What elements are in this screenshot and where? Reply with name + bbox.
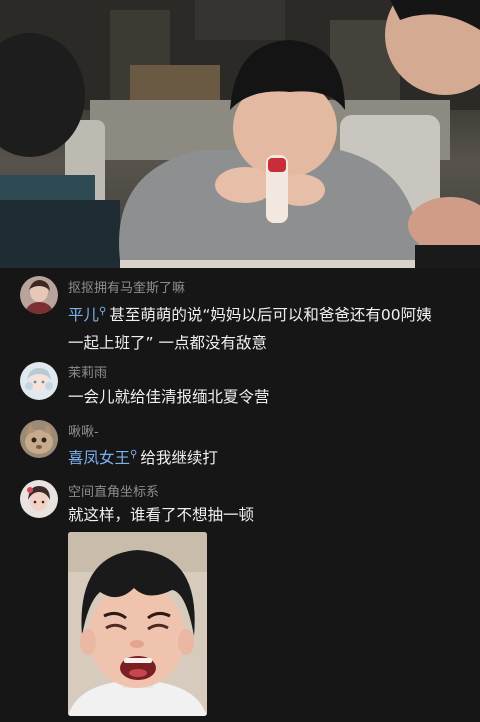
comment-text-line2: 一起上班了” 一点都没有敌意 bbox=[68, 334, 267, 353]
crying-boy-sticker[interactable] bbox=[68, 532, 207, 716]
avatar-image bbox=[20, 362, 58, 400]
comment-username[interactable]: 茉莉雨 bbox=[68, 362, 107, 381]
mention-link[interactable]: 平儿 bbox=[68, 306, 99, 324]
mention-link[interactable]: 喜凤女王 bbox=[68, 449, 130, 467]
avatar[interactable] bbox=[20, 480, 58, 518]
comment-username[interactable]: 抠抠拥有马奎斯了嘛 bbox=[68, 277, 185, 296]
avatar-image bbox=[20, 480, 58, 518]
sticker-image bbox=[68, 532, 207, 716]
avatar[interactable] bbox=[20, 420, 58, 458]
user-mention-icon: ⚲ bbox=[99, 306, 107, 317]
avatar[interactable] bbox=[20, 362, 58, 400]
comment-screen: 抠抠拥有马奎斯了嘛 平儿⚲ 甚至萌萌的说“妈妈以后可以和爸爸还有00阿姨 一起上班… bbox=[0, 0, 480, 722]
video-frame[interactable] bbox=[0, 0, 480, 268]
avatar-image bbox=[20, 276, 58, 314]
avatar[interactable] bbox=[20, 276, 58, 314]
comment-text: 平儿⚲ 甚至萌萌的说“妈妈以后可以和爸爸还有00阿姨 一起上班了” 一点都没有敌意 bbox=[68, 298, 463, 357]
user-mention-icon: ⚲ bbox=[130, 449, 138, 460]
comment-text: 一会儿就给佳清报缅北夏令营 bbox=[68, 388, 270, 406]
video-still-image bbox=[0, 0, 480, 268]
comment-username[interactable]: 啾啾- bbox=[68, 421, 99, 440]
comment-text-content: 给我继续打 bbox=[140, 449, 218, 468]
comment-text: 就这样，谁看了不想抽一顿 bbox=[68, 506, 255, 524]
comment-text: 喜凤女王⚲ 给我继续打 bbox=[68, 441, 463, 472]
comment-text-line1: 甚至萌萌的说“妈妈以后可以和爸爸还有00阿姨 bbox=[109, 306, 432, 325]
comment-username[interactable]: 空间直角坐标系 bbox=[68, 481, 159, 500]
avatar-image bbox=[20, 420, 58, 458]
